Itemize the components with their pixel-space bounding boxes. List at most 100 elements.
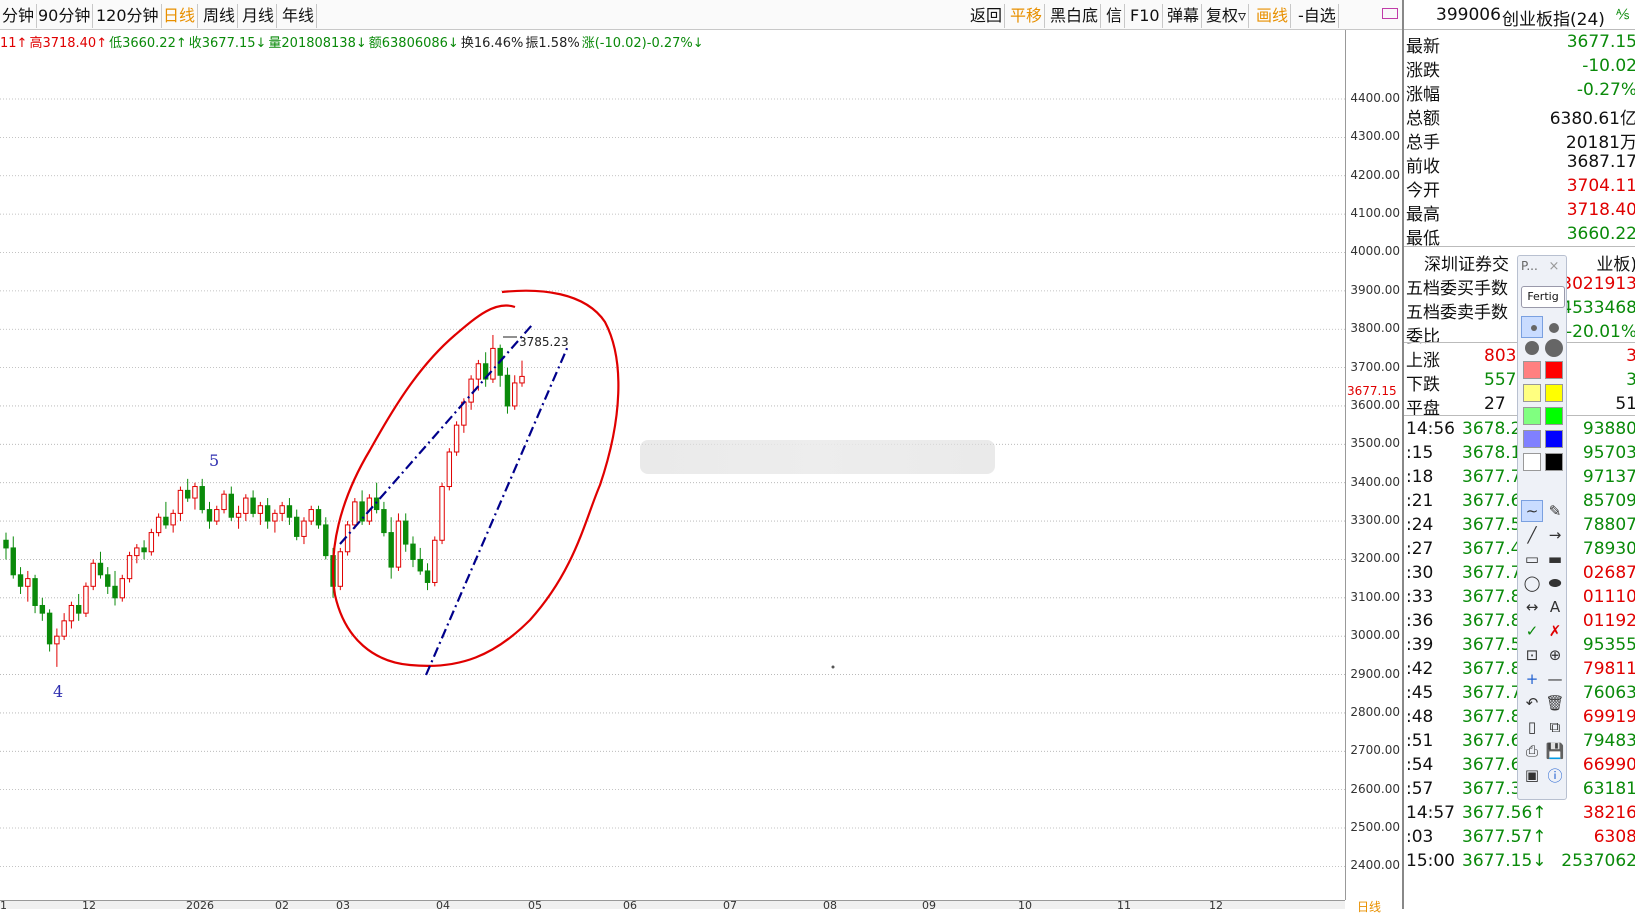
price-axis: 4400.00 4300.00 4200.00 4100.00 4000.00 3900.…	[1345, 30, 1402, 900]
tab-weekly[interactable]: 周线	[201, 4, 239, 28]
danmaku-button[interactable]: 弹幕	[1165, 4, 1203, 28]
tick-volume: 01110	[1582, 587, 1635, 607]
candle-body	[286, 505, 293, 518]
screen-icon[interactable]: ▣	[1522, 765, 1542, 785]
print-icon[interactable]: ⎙	[1522, 741, 1542, 761]
candle	[90, 559, 96, 591]
copy-icon[interactable]: ⧉	[1545, 717, 1565, 737]
brush-size-option[interactable]	[1524, 318, 1544, 338]
tick-time: 14:56	[1406, 419, 1455, 439]
candle	[221, 490, 227, 514]
brush-size-option[interactable]	[1544, 318, 1564, 338]
candle-body	[46, 612, 53, 645]
tick-time: :33	[1406, 587, 1434, 607]
tab-daily[interactable]: 日线	[161, 4, 199, 28]
candle-body	[243, 497, 249, 514]
rect-tool-icon[interactable]: ▭	[1522, 549, 1542, 569]
candle	[308, 505, 314, 525]
date-tick-label: 08	[823, 900, 837, 909]
blurred-overlay	[640, 440, 995, 474]
curve-tool-icon[interactable]: ∼	[1522, 501, 1542, 521]
drawing-palette[interactable]: P... × Fertig ∼ ✎ ╱ → ▭ ▬ ◯ ⬬ ↔ A ✓ ✗ ⊡ ⊕ + — ↶ 🗑 ▯ ⧉ ⎙ 💾 ▣ ⓘ	[1517, 255, 1567, 800]
layout-icon[interactable]	[1382, 8, 1398, 19]
tab-yearly[interactable]: 年线	[280, 4, 318, 28]
arrow-tool-icon[interactable]: →	[1545, 525, 1565, 545]
f10-button[interactable]: F10	[1128, 4, 1163, 28]
palette-close-icon[interactable]: ×	[1545, 258, 1563, 276]
tick-price: 3677.6	[1462, 491, 1522, 511]
brush-size-option[interactable]	[1544, 338, 1564, 358]
pen-icon[interactable]: ✎	[1545, 501, 1565, 521]
plus-icon[interactable]: +	[1522, 669, 1542, 689]
color-swatch[interactable]	[1523, 384, 1541, 402]
candle	[126, 551, 133, 583]
candle	[359, 490, 365, 525]
ellipse-tool-icon[interactable]: ◯	[1522, 573, 1542, 593]
tab-monthly[interactable]: 月线	[240, 4, 278, 28]
undo-icon[interactable]: ↶	[1522, 693, 1542, 713]
wave-label-4: 4	[53, 682, 63, 701]
price-tick-label: 4300.00	[1350, 129, 1400, 144]
line-tool-icon[interactable]: ╱	[1522, 525, 1542, 545]
color-swatch[interactable]	[1545, 361, 1563, 379]
color-swatch[interactable]	[1545, 407, 1563, 425]
quote-value: 3687.17	[1566, 152, 1635, 172]
color-swatch[interactable]	[1545, 384, 1563, 402]
red-circle-annotation	[332, 289, 620, 667]
check-icon[interactable]: ✓	[1522, 621, 1542, 641]
flag-icon[interactable]: ⅍	[1616, 6, 1629, 23]
color-swatch[interactable]	[1523, 361, 1541, 379]
color-swatch[interactable]	[1523, 453, 1541, 471]
palette-done-button[interactable]: Fertig	[1521, 286, 1565, 308]
color-swatch[interactable]	[1523, 430, 1541, 448]
tick-row: :03 3677.57↑ 6308	[1404, 826, 1635, 851]
info-icon[interactable]: ⓘ	[1545, 765, 1565, 785]
adjust-dropdown[interactable]: 复权▿	[1204, 4, 1250, 28]
candle-body	[17, 574, 24, 587]
candle-body	[388, 532, 394, 568]
pan-button[interactable]: 平移	[1008, 4, 1046, 28]
color-swatch[interactable]	[1545, 430, 1563, 448]
quote-value-tail: 51	[1615, 394, 1635, 414]
brush-size-option[interactable]	[1522, 338, 1542, 358]
black-white-button[interactable]: 黑白底	[1048, 4, 1102, 28]
candle-body	[468, 378, 474, 403]
chart-toolbar: 分钟 90分钟 120分钟 日线 周线 月线 年线 返回 平移 黑白底 信 F1…	[0, 0, 1402, 30]
candle-body	[61, 620, 67, 637]
candle	[75, 593, 82, 621]
new-page-icon[interactable]: ▯	[1522, 717, 1542, 737]
color-swatch[interactable]	[1545, 453, 1563, 471]
double-arrow-tool-icon[interactable]: ↔	[1522, 597, 1542, 617]
candle-body	[410, 543, 416, 560]
cross-icon[interactable]: ✗	[1545, 621, 1565, 641]
trash-icon[interactable]: 🗑	[1545, 693, 1565, 713]
tick-price: 3678.2	[1462, 419, 1522, 439]
price-tick-label: 2700.00	[1350, 743, 1400, 758]
watchlist-button[interactable]: -自选	[1296, 4, 1339, 28]
crop-icon[interactable]: ⊡	[1522, 645, 1542, 665]
quote-row: 总额 6380.61亿	[1404, 102, 1635, 129]
text-tool-icon[interactable]: A	[1545, 597, 1565, 617]
quote-row: 最高 3718.40	[1404, 198, 1635, 225]
tick-price: 3677.8	[1462, 707, 1522, 727]
tab-90-minute[interactable]: 90分钟	[36, 4, 94, 28]
signal-button[interactable]: 信	[1104, 4, 1126, 28]
candle-body	[235, 512, 242, 518]
candle	[3, 532, 9, 560]
draw-line-button[interactable]: 画线	[1254, 4, 1292, 28]
tab-minute[interactable]: 分钟	[0, 4, 38, 28]
zoom-icon[interactable]: ⊕	[1545, 645, 1565, 665]
date-tick-label: 04	[436, 900, 450, 909]
candle	[301, 517, 307, 545]
back-button[interactable]: 返回	[968, 4, 1006, 28]
filled-ellipse-tool-icon[interactable]: ⬬	[1545, 573, 1565, 593]
color-swatch[interactable]	[1523, 407, 1541, 425]
save-icon[interactable]: 💾	[1545, 741, 1565, 761]
tab-120-minute[interactable]: 120分钟	[94, 4, 162, 28]
tick-volume: 63181	[1582, 779, 1635, 799]
candle-body	[148, 532, 155, 553]
minus-icon[interactable]: —	[1545, 669, 1565, 689]
candle	[504, 367, 511, 414]
filled-rect-tool-icon[interactable]: ▬	[1545, 549, 1565, 569]
candles-group	[3, 334, 525, 667]
